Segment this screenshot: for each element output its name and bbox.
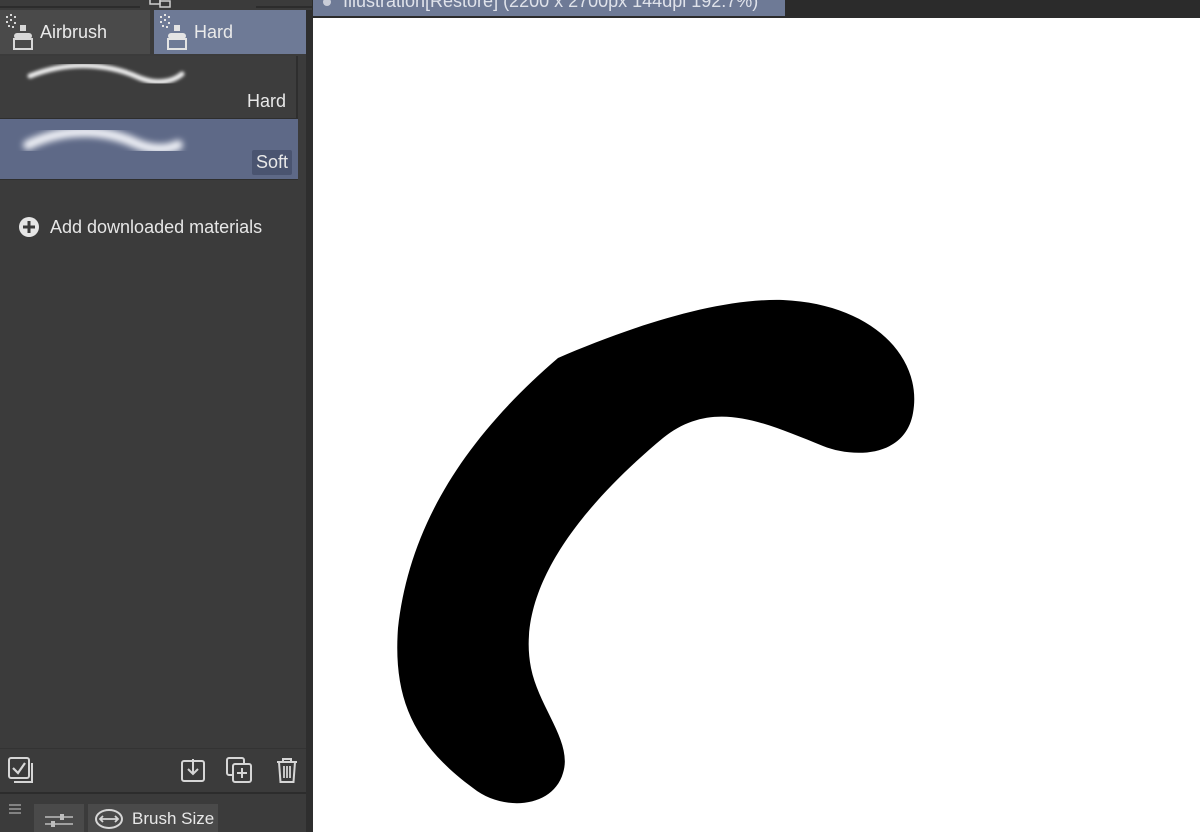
- unsaved-dot-icon: [323, 0, 331, 6]
- tab-airbrush-label: Airbrush: [40, 21, 108, 42]
- sliders-icon: [45, 814, 73, 827]
- brush-stroke-preview: [27, 63, 185, 85]
- tool-property-header: Brush Size: [0, 792, 312, 832]
- menu-icon[interactable]: [8, 802, 22, 816]
- duplicate-icon: [226, 757, 252, 783]
- panel-grip[interactable]: [0, 0, 312, 10]
- canvas-document-tab[interactable]: Illustration[Restore] (2200 x 2700px 144…: [313, 0, 785, 16]
- import-button[interactable]: [178, 755, 208, 785]
- checkbox-button[interactable]: [6, 755, 36, 785]
- brush-stroke-preview: [23, 127, 183, 154]
- brush-label-hard: Hard: [246, 91, 286, 111]
- subtool-tabs: Airbrush Hard: [0, 10, 312, 56]
- tab-airbrush[interactable]: Airbrush: [0, 10, 150, 54]
- tab-hard[interactable]: Hard: [154, 10, 306, 54]
- panel-divider[interactable]: [306, 10, 313, 832]
- add-materials-label: Add downloaded materials: [50, 216, 263, 237]
- delete-button[interactable]: [272, 755, 302, 785]
- add-downloaded-materials-button[interactable]: Add downloaded materials: [18, 216, 262, 238]
- panel-seam-right: [256, 6, 312, 8]
- airbrush-icon: [6, 14, 33, 50]
- subtool-toolbar: [0, 748, 312, 790]
- subtool-panel: Airbrush Hard Hard Soft Add downloaded m…: [0, 0, 312, 832]
- brush-list: Hard Soft: [0, 56, 298, 180]
- brush-item-hard[interactable]: Hard: [0, 56, 298, 118]
- tab-hard-label: Hard: [194, 21, 234, 42]
- panel-grip-icon: [149, 0, 171, 8]
- tab-brush-size[interactable]: Brush Size: [88, 804, 218, 832]
- canvas-tab-bar: Illustration[Restore] (2200 x 2700px 144…: [313, 0, 1200, 18]
- canvas-tab-title: Illustration[Restore] (2200 x 2700px 144…: [343, 0, 759, 11]
- checkbox-icon: [8, 757, 33, 783]
- brush-size-icon: [95, 809, 123, 829]
- trash-icon: [277, 758, 297, 783]
- tab-tool-property[interactable]: [34, 804, 84, 832]
- black-brush-stroke: [397, 299, 915, 804]
- import-icon: [181, 759, 205, 782]
- plus-circle-icon: [19, 217, 39, 237]
- brush-size-label: Brush Size: [132, 809, 215, 828]
- panel-seam-left: [0, 6, 140, 8]
- drawing-canvas[interactable]: [313, 18, 1200, 832]
- brush-item-soft[interactable]: Soft: [0, 118, 298, 180]
- airbrush-hard-icon: [160, 14, 187, 50]
- brush-label-soft: Soft: [251, 150, 292, 175]
- duplicate-button[interactable]: [224, 755, 254, 785]
